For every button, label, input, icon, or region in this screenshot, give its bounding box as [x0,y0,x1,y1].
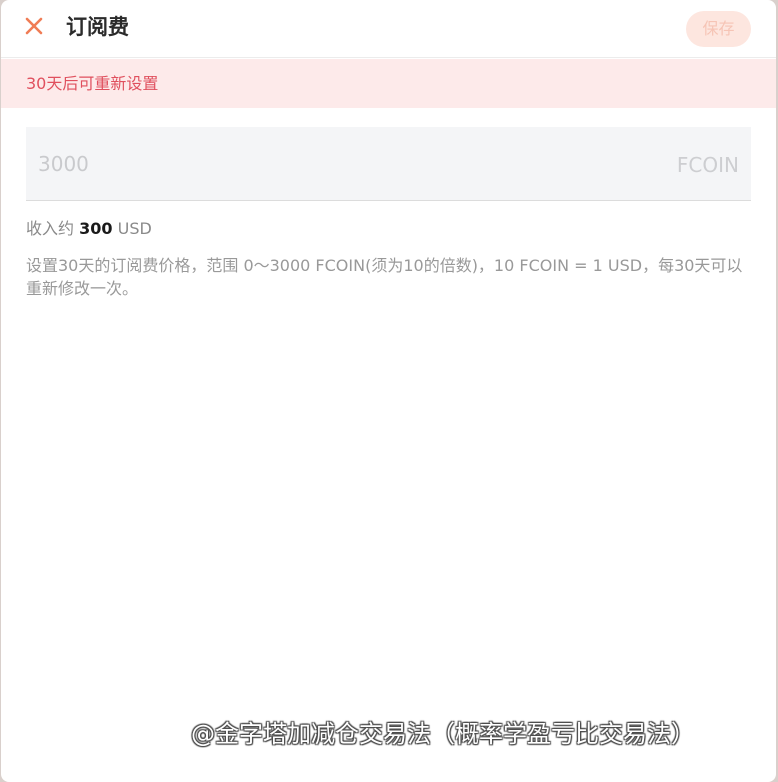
dialog-title: 订阅费 [66,15,129,39]
notice-banner: 30天后可重新设置 [1,59,776,108]
notice-text: 30天后可重新设置 [26,74,159,93]
price-description: 设置30天的订阅费价格，范围 0～3000 FCOIN(须为10的倍数)，10 … [26,256,743,298]
income-currency: USD [117,219,152,238]
income-estimate: 收入约 300 USD [26,218,152,240]
price-input-box[interactable]: FCOIN [26,127,751,201]
dialog-header: 订阅费 保存 [1,0,776,58]
income-prefix: 收入约 [26,219,75,238]
currency-unit-label: FCOIN [676,153,739,177]
watermark-text: @金字塔加减仓交易法（概率学盈亏比交易法） [191,720,695,748]
income-value: 300 [79,219,113,238]
subscription-fee-dialog: 订阅费 保存 30天后可重新设置 FCOIN 收入约 300 USD 设置30天… [1,0,776,782]
save-button[interactable]: 保存 [686,11,751,47]
close-icon[interactable] [21,13,47,39]
price-input[interactable] [38,149,598,179]
